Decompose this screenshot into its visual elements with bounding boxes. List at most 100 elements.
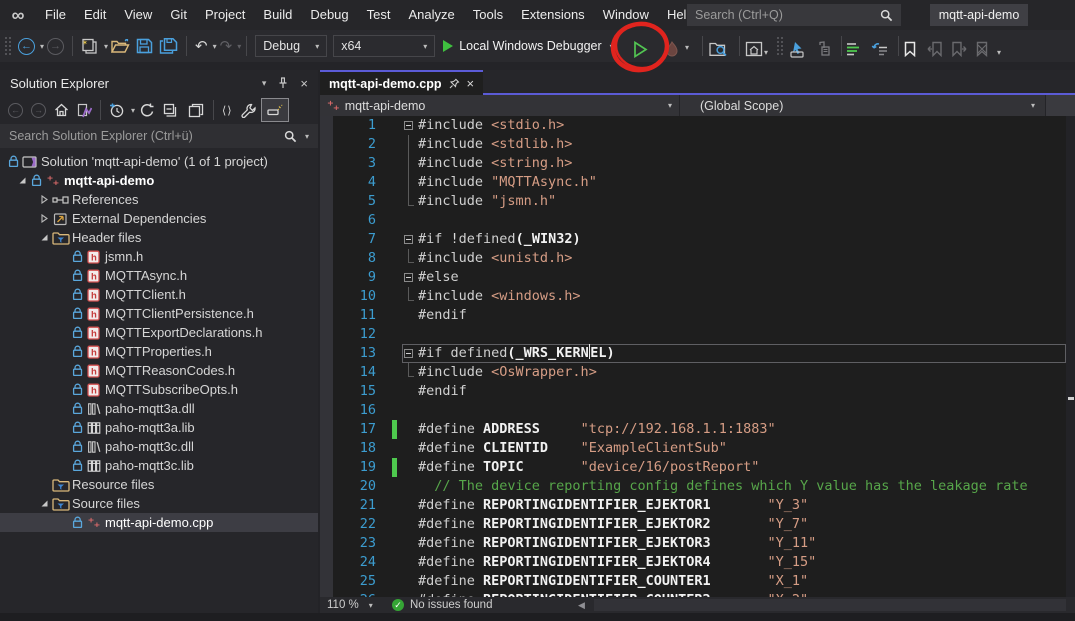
tree-item-mqttasync-h[interactable]: hMQTTAsync.h bbox=[0, 266, 318, 285]
save-all-button[interactable] bbox=[156, 34, 181, 58]
code-line-23[interactable]: 23#define REPORTINGIDENTIFIER_EJEKTOR3 "… bbox=[333, 534, 1075, 553]
tree-item-paho-mqtt3a-dll[interactable]: paho-mqtt3a.dll bbox=[0, 399, 318, 418]
code-line-12[interactable]: 12 bbox=[333, 325, 1075, 344]
tree-item-external-dependencies[interactable]: External Dependencies bbox=[0, 209, 318, 228]
code-line-14[interactable]: 14#include <OsWrapper.h> bbox=[333, 363, 1075, 382]
tree-item-mqttreasoncodes-h[interactable]: hMQTTReasonCodes.h bbox=[0, 361, 318, 380]
next-bookmark-button[interactable] bbox=[948, 37, 970, 61]
tree-item-source-files[interactable]: Source files bbox=[0, 494, 318, 513]
solution-platforms-dropdown[interactable]: x64▾ bbox=[333, 35, 435, 57]
pending-changes-filter-icon[interactable] bbox=[105, 98, 129, 122]
expanded-arrow-icon[interactable] bbox=[38, 499, 51, 508]
feedback-project-badge[interactable]: mqtt-api-demo bbox=[930, 4, 1028, 26]
code-line-19[interactable]: 19#define TOPIC "device/16/postReport" bbox=[333, 458, 1075, 477]
code-line-7[interactable]: 7#if !defined(_WIN32) bbox=[333, 230, 1075, 249]
zoom-control[interactable]: 110 % ▾ bbox=[320, 599, 392, 611]
clear-bookmarks-button[interactable] bbox=[972, 37, 993, 61]
code-line-13[interactable]: 13#if defined(_WRS_KERNEL) bbox=[333, 344, 1075, 363]
show-all-files-icon[interactable] bbox=[261, 98, 289, 122]
back-icon[interactable]: ← bbox=[4, 98, 27, 122]
preview-selected-items-icon[interactable] bbox=[184, 98, 209, 122]
fold-collapse-icon[interactable] bbox=[404, 349, 413, 358]
fold-collapse-icon[interactable] bbox=[404, 273, 413, 282]
redo-dropdown-icon[interactable]: ▾ bbox=[237, 42, 241, 51]
tree-item-paho-mqtt3c-dll[interactable]: paho-mqtt3c.dll bbox=[0, 437, 318, 456]
menu-view[interactable]: View bbox=[115, 0, 161, 30]
duplicate-lines-button[interactable] bbox=[812, 37, 834, 61]
global-scope-dropdown[interactable]: (Global Scope) ▾ bbox=[680, 95, 1045, 116]
collapse-all-icon[interactable] bbox=[159, 98, 184, 122]
collapsed-arrow-icon[interactable] bbox=[38, 195, 51, 204]
start-page-button[interactable] bbox=[742, 37, 766, 61]
open-file-button[interactable] bbox=[108, 34, 133, 58]
save-button[interactable] bbox=[133, 34, 156, 58]
issues-status[interactable]: No issues found bbox=[410, 599, 492, 611]
tree-item-paho-mqtt3c-lib[interactable]: paho-mqtt3c.lib bbox=[0, 456, 318, 475]
solution-explorer-header[interactable]: Solution Explorer ▾ × bbox=[0, 70, 318, 96]
panel-options-dropdown-icon[interactable]: ▾ bbox=[262, 78, 267, 89]
menu-extensions[interactable]: Extensions bbox=[512, 0, 594, 30]
menu-git[interactable]: Git bbox=[161, 0, 196, 30]
uncomment-lines-button[interactable] bbox=[868, 37, 892, 61]
view-code-icon[interactable]: ⟨⟩ bbox=[218, 98, 237, 122]
tree-item-mqtt-api-demo[interactable]: ⁺₊mqtt-api-demo bbox=[0, 171, 318, 190]
code-line-9[interactable]: 9#else bbox=[333, 268, 1075, 287]
code-line-22[interactable]: 22#define REPORTINGIDENTIFIER_EJEKTOR2 "… bbox=[333, 515, 1075, 534]
code-line-2[interactable]: 2#include <stdlib.h> bbox=[333, 135, 1075, 154]
properties-icon[interactable] bbox=[237, 98, 261, 122]
pin-icon[interactable] bbox=[278, 77, 288, 89]
fold-collapse-icon[interactable] bbox=[404, 121, 413, 130]
code-line-24[interactable]: 24#define REPORTINGIDENTIFIER_EJEKTOR4 "… bbox=[333, 553, 1075, 572]
code-area[interactable]: 1#include <stdio.h>2#include <stdlib.h>3… bbox=[320, 116, 1075, 597]
pin-icon[interactable] bbox=[449, 78, 460, 89]
code-line-21[interactable]: 21#define REPORTINGIDENTIFIER_EJEKTOR1 "… bbox=[333, 496, 1075, 515]
code-line-1[interactable]: 1#include <stdio.h> bbox=[333, 116, 1075, 135]
code-line-10[interactable]: 10#include <windows.h> bbox=[333, 287, 1075, 306]
toolbar-grip[interactable] bbox=[776, 36, 784, 56]
tree-item-jsmn-h[interactable]: hjsmn.h bbox=[0, 247, 318, 266]
tree-item-mqttclientpersistence-h[interactable]: hMQTTClientPersistence.h bbox=[0, 304, 318, 323]
start-without-debugging-button[interactable] bbox=[630, 37, 651, 61]
bookmarks-dropdown-icon[interactable]: ▾ bbox=[997, 48, 1001, 57]
undo-button[interactable]: ↶ bbox=[192, 34, 211, 58]
toolbar-grip[interactable] bbox=[4, 36, 12, 56]
code-line-17[interactable]: 17#define ADDRESS "tcp://192.168.1.1:188… bbox=[333, 420, 1075, 439]
zoom-dropdown-icon[interactable]: ▾ bbox=[369, 601, 373, 610]
menu-debug[interactable]: Debug bbox=[301, 0, 357, 30]
refresh-icon[interactable] bbox=[135, 98, 159, 122]
menu-test[interactable]: Test bbox=[358, 0, 400, 30]
expanded-arrow-icon[interactable] bbox=[16, 176, 29, 185]
horizontal-scrollbar[interactable] bbox=[594, 599, 1066, 611]
comment-lines-button[interactable] bbox=[843, 37, 866, 61]
code-line-25[interactable]: 25#define REPORTINGIDENTIFIER_COUNTER1 "… bbox=[333, 572, 1075, 591]
tree-item-paho-mqtt3a-lib[interactable]: paho-mqtt3a.lib bbox=[0, 418, 318, 437]
home-icon[interactable] bbox=[50, 98, 73, 122]
quick-search-input[interactable]: Search (Ctrl+Q) bbox=[687, 4, 901, 26]
search-options-dropdown-icon[interactable]: ▾ bbox=[305, 132, 309, 141]
solution-configurations-dropdown[interactable]: Debug▾ bbox=[255, 35, 327, 57]
run-dropdown-icon[interactable]: ▾ bbox=[610, 42, 614, 51]
menu-window[interactable]: Window bbox=[594, 0, 658, 30]
fold-collapse-icon[interactable] bbox=[404, 235, 413, 244]
sync-with-active-document-icon[interactable] bbox=[73, 98, 96, 122]
tree-item-header-files[interactable]: Header files bbox=[0, 228, 318, 247]
close-icon[interactable]: × bbox=[467, 77, 475, 90]
hot-reload-dropdown-icon[interactable]: ▾ bbox=[685, 43, 689, 52]
select-element-button[interactable] bbox=[786, 37, 811, 61]
code-line-11[interactable]: 11#endif bbox=[333, 306, 1075, 325]
menu-edit[interactable]: Edit bbox=[75, 0, 115, 30]
menu-analyze[interactable]: Analyze bbox=[399, 0, 463, 30]
tree-item-mqttclient-h[interactable]: hMQTTClient.h bbox=[0, 285, 318, 304]
tree-item-resource-files[interactable]: Resource files bbox=[0, 475, 318, 494]
code-line-15[interactable]: 15#endif bbox=[333, 382, 1075, 401]
tab-mqtt-api-demo-cpp[interactable]: mqtt-api-demo.cpp × bbox=[320, 70, 483, 95]
tree-item-mqtt-api-demo-cpp[interactable]: ⁺₊mqtt-api-demo.cpp bbox=[0, 513, 318, 532]
code-line-4[interactable]: 4#include "MQTTAsync.h" bbox=[333, 173, 1075, 192]
code-line-8[interactable]: 8#include <unistd.h> bbox=[333, 249, 1075, 268]
code-line-18[interactable]: 18#define CLIENTID "ExampleClientSub" bbox=[333, 439, 1075, 458]
code-line-5[interactable]: 5#include "jsmn.h" bbox=[333, 192, 1075, 211]
code-line-6[interactable]: 6 bbox=[333, 211, 1075, 230]
code-line-20[interactable]: 20 // The device reporting config define… bbox=[333, 477, 1075, 496]
project-scope-dropdown[interactable]: ⁺₊ mqtt-api-demo ▾ bbox=[320, 95, 680, 116]
scroll-left-icon[interactable]: ◀ bbox=[578, 600, 585, 611]
